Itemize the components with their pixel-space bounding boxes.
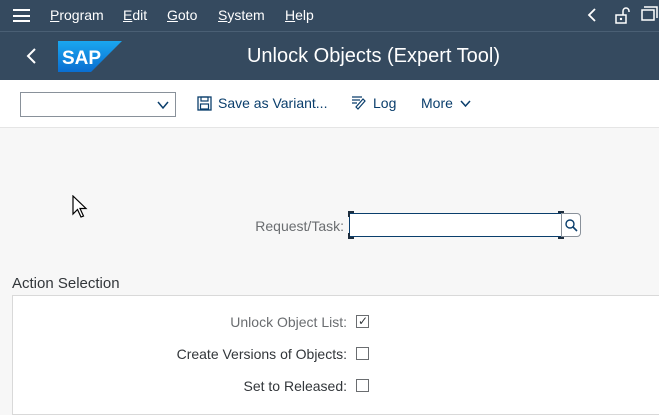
set-to-released-label: Set to Released: <box>243 378 347 394</box>
page-title: Unlock Objects (Expert Tool) <box>246 45 501 67</box>
request-task-value <box>350 218 356 232</box>
log-icon <box>352 96 366 110</box>
request-task-label: Request/Task: <box>255 218 344 234</box>
main-content: Request/Task: Action Selection Unlock Ob… <box>0 129 659 415</box>
value-help-button[interactable] <box>561 213 581 237</box>
unlock-icon[interactable] <box>613 6 631 24</box>
menu-help[interactable]: Help <box>285 7 314 23</box>
chevron-down-icon <box>460 99 471 107</box>
more-label: More <box>421 95 453 111</box>
unlock-object-list-checkbox[interactable]: ✓ <box>356 314 369 328</box>
search-icon <box>565 219 578 232</box>
create-versions-checkbox[interactable] <box>356 347 369 360</box>
action-selection-panel: Unlock Object List: ✓ Create Versions of… <box>12 295 659 415</box>
request-task-input[interactable] <box>348 211 564 239</box>
save-icon <box>197 95 212 111</box>
menu-bar: Program Edit Goto System Help <box>0 0 659 31</box>
action-selection-title: Action Selection <box>12 275 120 292</box>
hamburger-menu-icon[interactable] <box>13 9 30 22</box>
chevron-down-icon <box>157 101 169 110</box>
log-label: Log <box>373 95 397 111</box>
set-to-released-checkbox[interactable] <box>356 379 369 392</box>
more-button[interactable]: More <box>421 95 478 111</box>
menu-system[interactable]: System <box>218 7 265 23</box>
collapse-left-icon[interactable] <box>586 6 598 24</box>
menu-goto[interactable]: Goto <box>167 7 197 23</box>
unlock-object-list-label: Unlock Object List: <box>230 314 347 330</box>
settings-icon[interactable] <box>641 6 659 24</box>
create-versions-label: Create Versions of Objects: <box>176 346 347 362</box>
save-as-variant-label: Save as Variant... <box>218 95 328 111</box>
toolbar: Save as Variant... Log More <box>0 80 659 128</box>
menu-program[interactable]: Program <box>50 7 104 23</box>
menu-edit[interactable]: Edit <box>123 7 147 23</box>
variant-select[interactable] <box>20 92 176 117</box>
mouse-cursor-icon <box>72 195 88 218</box>
checkmark-icon: ✓ <box>358 314 369 328</box>
save-as-variant-button[interactable]: Save as Variant... <box>197 95 327 111</box>
log-button[interactable]: Log <box>350 95 396 111</box>
title-bar: SAP Unlock Objects (Expert Tool) <box>0 31 659 80</box>
